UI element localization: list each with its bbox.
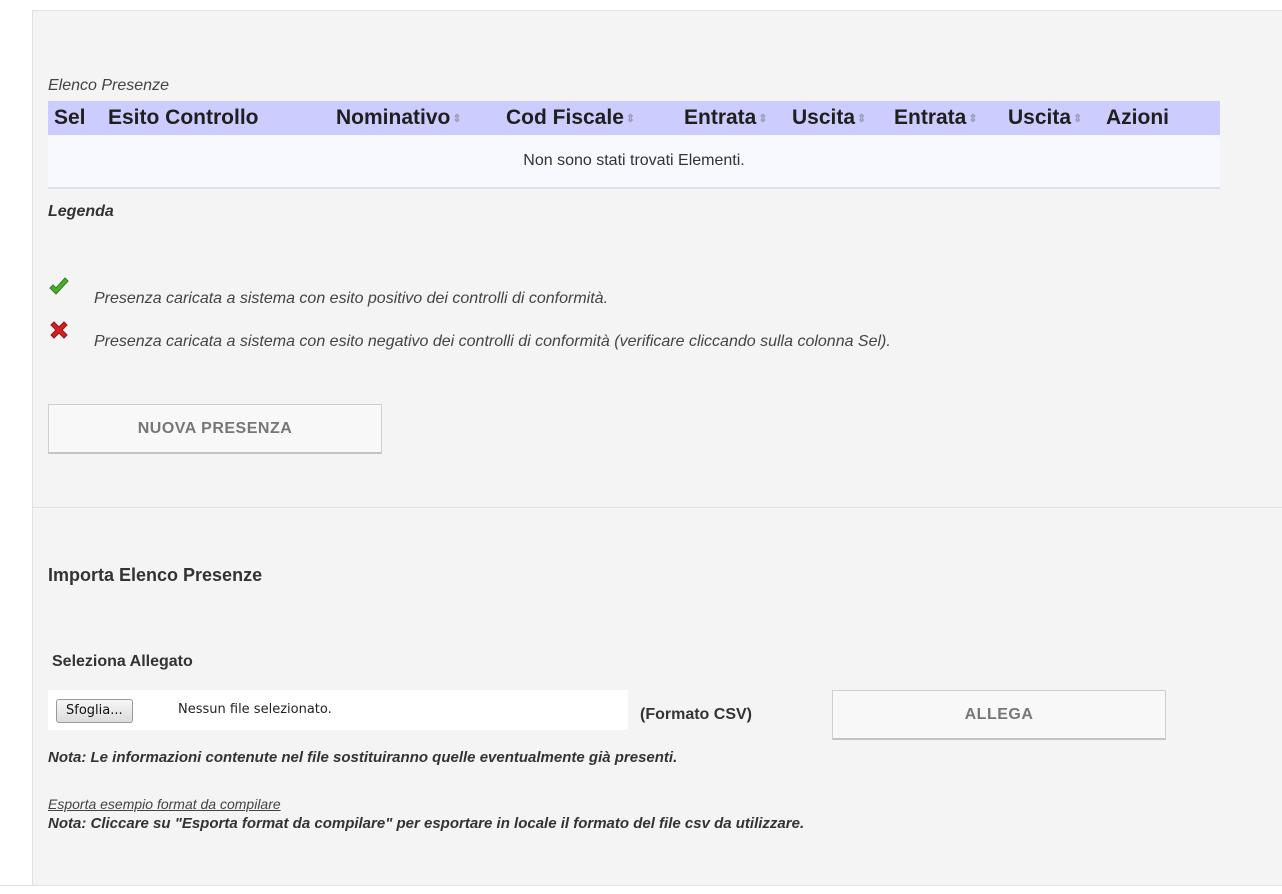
legend-text-positive: Presenza caricata a sistema con esito po… [94, 290, 609, 307]
browse-button[interactable]: Sfoglia... [56, 699, 133, 723]
column-header-entrata-2[interactable]: Entrata ⇕ [888, 101, 1002, 135]
column-header-esito-controllo: Esito Controllo [102, 101, 330, 135]
sort-icon[interactable]: ⇕ [626, 113, 635, 125]
presenze-table: Sel Esito Controllo Nominativo ⇕ Cod Fisc… [48, 101, 1220, 189]
table-header-row: Sel Esito Controllo Nominativo ⇕ Cod Fisc… [48, 101, 1220, 135]
column-header-uscita-2[interactable]: Uscita ⇕ [1002, 101, 1100, 135]
attachment-label: Seleziona Allegato [52, 653, 193, 670]
file-input[interactable]: Sfoglia... Nessun file selezionato. [48, 690, 628, 730]
column-header-uscita[interactable]: Uscita ⇕ [786, 101, 888, 135]
sort-icon[interactable]: ⇕ [857, 113, 866, 125]
sort-icon[interactable]: ⇕ [758, 113, 767, 125]
file-status: Nessun file selezionato. [178, 702, 332, 717]
column-header-azioni: Azioni [1100, 101, 1220, 135]
column-header-sel: Sel [48, 101, 102, 135]
column-header-nominativo[interactable]: Nominativo ⇕ [330, 101, 500, 135]
table-row-empty: Non sono stati trovati Elementi. [48, 135, 1220, 189]
replace-note: Nota: Le informazioni contenute nel file… [48, 749, 678, 766]
red-x-icon [50, 321, 68, 339]
export-template-link[interactable]: Esporta esempio format da compilare [48, 796, 281, 812]
sort-icon[interactable]: ⇕ [968, 113, 977, 125]
new-presence-button[interactable]: NUOVA PRESENZA [48, 404, 382, 454]
export-note: Nota: Cliccare su "Esporta format da com… [48, 815, 805, 832]
import-section-title: Importa Elenco Presenze [48, 565, 263, 585]
sort-icon[interactable]: ⇕ [1073, 113, 1082, 125]
format-label: (Formato CSV) [640, 706, 752, 723]
attach-button[interactable]: ALLEGA [832, 690, 1166, 740]
legend-title: Legenda [48, 203, 114, 220]
empty-message: Non sono stati trovati Elementi. [48, 135, 1220, 189]
column-header-entrata[interactable]: Entrata ⇕ [678, 101, 786, 135]
green-check-icon [49, 277, 69, 295]
legend-text-negative: Presenza caricata a sistema con esito ne… [94, 333, 891, 350]
column-header-cod-fiscale[interactable]: Cod Fiscale ⇕ [500, 101, 678, 135]
sort-icon[interactable]: ⇕ [452, 113, 461, 125]
divider [0, 885, 1282, 886]
table-caption: Elenco Presenze [48, 77, 169, 94]
